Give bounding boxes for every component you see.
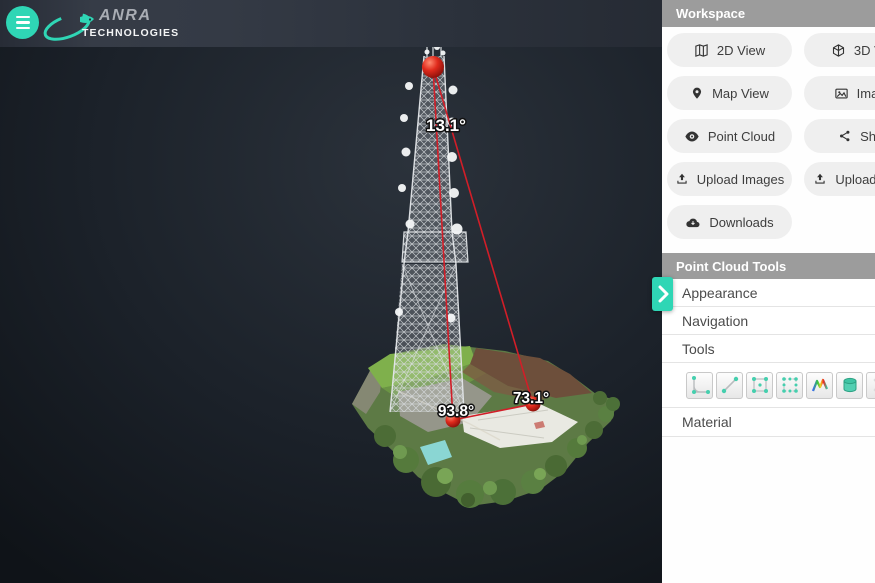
sidebar-collapse-tab[interactable] (652, 277, 673, 311)
point-cloud-tools-header: Point Cloud Tools (662, 253, 875, 279)
workspace-buttons: 2D View 3D View Map View (662, 27, 875, 253)
remove-x-icon (869, 374, 875, 396)
section-appearance[interactable]: Appearance (662, 279, 875, 307)
map-2d-icon (694, 43, 709, 58)
distance-tool-button[interactable] (716, 372, 743, 399)
angle-label-right: 73.1° (513, 390, 549, 407)
button-label: 3D View (854, 43, 875, 58)
anra-logo: ANRA TECHNOLOGIES (40, 2, 170, 46)
eye-icon (684, 130, 700, 143)
app-window: 13.1° 93.8° 73.1° ANRA TECHNOLOGIES (0, 0, 875, 583)
angle-label-top: 13.1° (426, 116, 466, 135)
brand-name: ANRA (99, 8, 179, 24)
button-label: Map View (712, 86, 769, 101)
upload-icon (813, 172, 827, 186)
images-button[interactable]: Images (804, 76, 875, 110)
button-label: 2D View (717, 43, 765, 58)
button-label: Images (857, 86, 875, 101)
button-label: Upload Images (697, 172, 784, 187)
point-cloud-button[interactable]: Point Cloud (667, 119, 792, 153)
button-label: Upload Videos (835, 172, 875, 187)
measurement-marker-top[interactable] (422, 56, 444, 78)
workspace-panel: Workspace 2D View 3D View Map View (662, 0, 875, 583)
section-label: Navigation (682, 313, 748, 329)
upload-images-button[interactable]: Upload Images (667, 162, 792, 196)
clip-volume-icon (779, 374, 801, 396)
upload-videos-button[interactable]: Upload Videos (804, 162, 875, 196)
volume-tool-button[interactable] (836, 372, 863, 399)
workspace-header: Workspace (662, 0, 875, 27)
image-icon (834, 86, 849, 101)
section-label: Material (682, 414, 732, 430)
clip-volume-tool-button[interactable] (776, 372, 803, 399)
height-profile-tool-button[interactable] (806, 372, 833, 399)
section-tools[interactable]: Tools (662, 335, 875, 363)
3d-view-button[interactable]: 3D View (804, 33, 875, 67)
button-label: Downloads (709, 215, 773, 230)
share-button[interactable]: Share (804, 119, 875, 153)
measurement-toolbar (662, 363, 875, 408)
section-label: Tools (682, 341, 715, 357)
section-label: Appearance (682, 285, 758, 301)
chevron-right-icon (657, 284, 669, 304)
remove-measurements-button[interactable] (866, 372, 875, 399)
header-bar: ANRA TECHNOLOGIES (0, 0, 662, 47)
map-view-button[interactable]: Map View (667, 76, 792, 110)
angle-tool-button[interactable] (686, 372, 713, 399)
brand-subname: TECHNOLOGIES (82, 28, 179, 39)
area-tool-button[interactable] (746, 372, 773, 399)
area-measurement-icon (749, 374, 771, 396)
menu-button[interactable] (6, 6, 39, 39)
button-label: Point Cloud (708, 129, 775, 144)
cube-3d-icon (831, 43, 846, 58)
angle-measurement-icon (689, 374, 711, 396)
button-label: Share (860, 129, 875, 144)
upload-icon (675, 172, 689, 186)
map-pin-icon (690, 86, 704, 101)
share-icon (838, 129, 852, 143)
point-cloud-viewport[interactable]: 13.1° 93.8° 73.1° (0, 0, 662, 583)
volume-icon (839, 374, 861, 396)
height-profile-icon (809, 374, 831, 396)
section-material[interactable]: Material (662, 408, 875, 437)
2d-view-button[interactable]: 2D View (667, 33, 792, 67)
downloads-button[interactable]: Downloads (667, 205, 792, 239)
section-navigation[interactable]: Navigation (662, 307, 875, 335)
angle-label-base: 93.8° (438, 403, 474, 420)
viewer-background (0, 0, 662, 583)
distance-measurement-icon (719, 374, 741, 396)
cloud-download-icon (685, 216, 701, 229)
